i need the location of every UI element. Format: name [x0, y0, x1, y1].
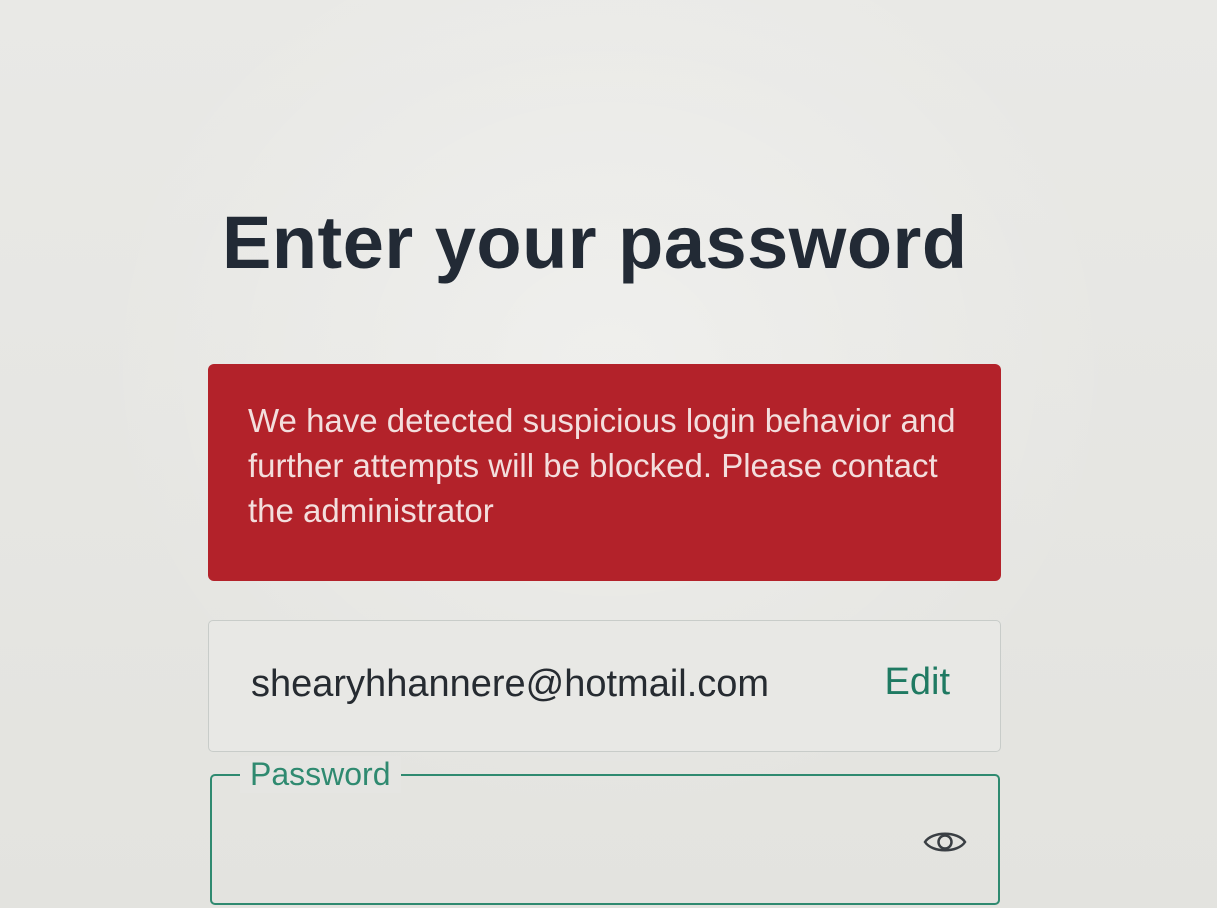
password-input[interactable] — [232, 806, 912, 866]
error-alert: We have detected suspicious login behavi… — [208, 364, 1001, 581]
email-value: shearyhhannere@hotmail.com — [251, 663, 770, 705]
alert-message: We have detected suspicious login behavi… — [248, 402, 956, 530]
password-field[interactable]: Password — [210, 756, 1000, 905]
email-display: shearyhhannere@hotmail.com Edit — [208, 620, 1001, 752]
eye-icon[interactable] — [922, 826, 968, 858]
password-label: Password — [240, 756, 401, 793]
page-title: Enter your password — [222, 201, 968, 284]
edit-email-link[interactable]: Edit — [885, 661, 950, 704]
